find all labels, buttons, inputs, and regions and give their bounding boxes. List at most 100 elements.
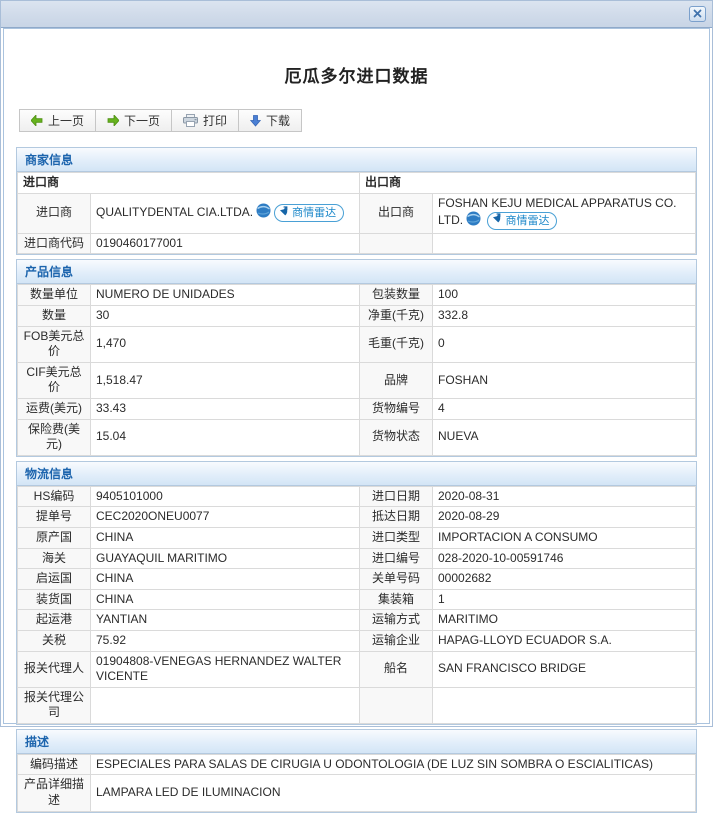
radar-badge-label: 商情雷达 bbox=[292, 207, 337, 220]
field-label: 原产国 bbox=[17, 526, 91, 549]
exporter-column-header: 出口商 bbox=[359, 172, 696, 194]
table-row: 提单号 CEC2020ONEU0077 抵达日期 2020-08-29 bbox=[17, 506, 696, 528]
field-value: IMPORTACION A CONSUMO bbox=[432, 526, 696, 549]
field-value bbox=[90, 686, 360, 724]
table-row: 数量 30 净重(千克) 332.8 bbox=[17, 305, 696, 327]
merchant-table: 进口商 出口商 进口商 QUALITYDENTAL CIA.LTDA. 商情雷达 … bbox=[16, 172, 696, 255]
field-value: NUEVA bbox=[432, 418, 696, 456]
arrow-left-icon bbox=[31, 115, 43, 126]
field-value: 2020-08-31 bbox=[432, 485, 696, 508]
field-label: 关单号码 bbox=[359, 568, 433, 590]
field-value: 4 bbox=[432, 397, 696, 420]
section-header-merchant: 商家信息 bbox=[17, 148, 696, 172]
prev-page-button[interactable]: 上一页 bbox=[19, 109, 97, 132]
table-row: 装货国 CHINA 集装箱 1 bbox=[17, 588, 696, 611]
field-value: 0 bbox=[432, 325, 696, 363]
exporter-value-cell: FOSHAN KEJU MEDICAL APPARATUS CO. LTD. 商… bbox=[432, 192, 696, 234]
arrow-down-icon bbox=[250, 114, 262, 127]
field-value: 028-2020-10-00591746 bbox=[432, 547, 696, 570]
radar-badge-label: 商情雷达 bbox=[505, 214, 550, 227]
field-value: 1,470 bbox=[90, 325, 360, 363]
field-value: 33.43 bbox=[90, 397, 360, 420]
dialog-titlebar bbox=[1, 1, 712, 28]
field-label: 进口商 bbox=[17, 192, 91, 234]
field-label: 净重(千克) bbox=[359, 305, 433, 327]
page-title: 厄瓜多尔进口数据 bbox=[284, 67, 429, 86]
radar-icon bbox=[492, 213, 503, 228]
field-label bbox=[359, 232, 434, 255]
field-value: 75.92 bbox=[90, 629, 360, 652]
field-value: 0190460177001 bbox=[89, 232, 361, 255]
printer-icon bbox=[183, 114, 199, 127]
importer-value-cell: QUALITYDENTAL CIA.LTDA. 商情雷达 bbox=[89, 192, 361, 234]
field-label: 提单号 bbox=[17, 506, 91, 528]
field-label: 进口日期 bbox=[359, 485, 433, 508]
field-label: 编码描述 bbox=[17, 753, 91, 776]
close-button[interactable] bbox=[689, 6, 706, 22]
globe-icon[interactable] bbox=[466, 211, 481, 229]
field-label: 运输企业 bbox=[359, 629, 433, 652]
field-label: 起运港 bbox=[17, 609, 91, 631]
field-value: 01904808-VENEGAS HERNANDEZ WALTER VICENT… bbox=[90, 650, 360, 688]
download-label: 下载 bbox=[266, 114, 291, 128]
field-label: CIF美元总价 bbox=[17, 361, 91, 399]
table-row: 海关 GUAYAQUIL MARITIMO 进口编号 028-2020-10-0… bbox=[17, 547, 696, 570]
globe-icon[interactable] bbox=[256, 203, 271, 221]
field-label: 运费(美元) bbox=[17, 397, 91, 420]
field-label: 数量单位 bbox=[17, 284, 91, 306]
field-label: 毛重(千克) bbox=[359, 325, 433, 363]
section-merchant: 商家信息 进口商 出口商 进口商 QUALITYDENTAL CIA.LTDA.… bbox=[16, 147, 697, 256]
field-label: 进口商代码 bbox=[17, 232, 91, 255]
radar-badge[interactable]: 商情雷达 bbox=[487, 212, 558, 231]
field-label: 船名 bbox=[359, 650, 433, 688]
section-description: 描述 编码描述 ESPECIALES PARA SALAS DE CIRUGIA… bbox=[16, 728, 697, 813]
field-label: HS编码 bbox=[17, 485, 91, 508]
table-row: 进口商 出口商 bbox=[16, 172, 696, 194]
field-value: NUMERO DE UNIDADES bbox=[90, 284, 360, 306]
download-button[interactable]: 下载 bbox=[238, 109, 303, 132]
table-row: 进口商代码 0190460177001 bbox=[17, 232, 696, 255]
product-table: 数量单位 NUMERO DE UNIDADES 包装数量 100 数量 30 净… bbox=[17, 284, 696, 456]
field-label: 启运国 bbox=[17, 568, 91, 590]
table-row: 编码描述 ESPECIALES PARA SALAS DE CIRUGIA U … bbox=[17, 753, 696, 776]
field-value: 15.04 bbox=[90, 418, 360, 456]
importer-column-header: 进口商 bbox=[16, 172, 361, 194]
field-label: 产品详细描述 bbox=[17, 774, 91, 812]
field-label: 货物编号 bbox=[359, 397, 433, 420]
field-label: 报关代理人 bbox=[17, 650, 91, 688]
field-label: FOB美元总价 bbox=[17, 325, 91, 363]
importer-name: QUALITYDENTAL CIA.LTDA. bbox=[96, 205, 254, 220]
print-label: 打印 bbox=[203, 114, 228, 128]
field-value: CEC2020ONEU0077 bbox=[90, 506, 360, 528]
field-label: 品牌 bbox=[359, 361, 433, 399]
description-table: 编码描述 ESPECIALES PARA SALAS DE CIRUGIA U … bbox=[17, 753, 696, 812]
table-row: 报关代理公司 bbox=[17, 686, 696, 724]
field-label: 包装数量 bbox=[359, 284, 433, 306]
table-row: 进口商 QUALITYDENTAL CIA.LTDA. 商情雷达 出口商 FOSH… bbox=[17, 192, 696, 234]
field-value: CHINA bbox=[90, 588, 360, 611]
radar-badge[interactable]: 商情雷达 bbox=[274, 204, 345, 223]
field-value: 00002682 bbox=[432, 568, 696, 590]
print-button[interactable]: 打印 bbox=[171, 109, 240, 132]
field-label: 集装箱 bbox=[359, 588, 433, 611]
table-row: FOB美元总价 1,470 毛重(千克) 0 bbox=[17, 325, 696, 363]
field-value: CHINA bbox=[90, 526, 360, 549]
close-icon bbox=[693, 5, 702, 23]
field-value: 1 bbox=[432, 588, 696, 611]
table-row: HS编码 9405101000 进口日期 2020-08-31 bbox=[17, 485, 696, 508]
dialog-panel: 厄瓜多尔进口数据 上一页 下一页 打印 下载 商家信息 进口商 出口商 进口商 … bbox=[3, 28, 710, 813]
section-header-product: 产品信息 bbox=[17, 260, 696, 285]
field-value: GUAYAQUIL MARITIMO bbox=[90, 547, 360, 570]
import-data-dialog: { "window": {"title": "厄瓜多尔进口数据"}, "tool… bbox=[0, 0, 713, 813]
radar-icon bbox=[279, 205, 290, 221]
next-page-button[interactable]: 下一页 bbox=[95, 109, 173, 132]
field-value: SAN FRANCISCO BRIDGE bbox=[432, 650, 696, 688]
field-value: FOSHAN bbox=[432, 361, 696, 399]
field-value: LAMPARA LED DE ILUMINACION bbox=[90, 774, 696, 812]
field-label: 运输方式 bbox=[359, 609, 433, 631]
table-row: 报关代理人 01904808-VENEGAS HERNANDEZ WALTER … bbox=[17, 650, 696, 688]
table-row: 起运港 YANTIAN 运输方式 MARITIMO bbox=[17, 609, 696, 631]
table-row: 启运国 CHINA 关单号码 00002682 bbox=[17, 568, 696, 590]
field-value: 2020-08-29 bbox=[432, 506, 696, 528]
field-value: 30 bbox=[90, 305, 360, 327]
